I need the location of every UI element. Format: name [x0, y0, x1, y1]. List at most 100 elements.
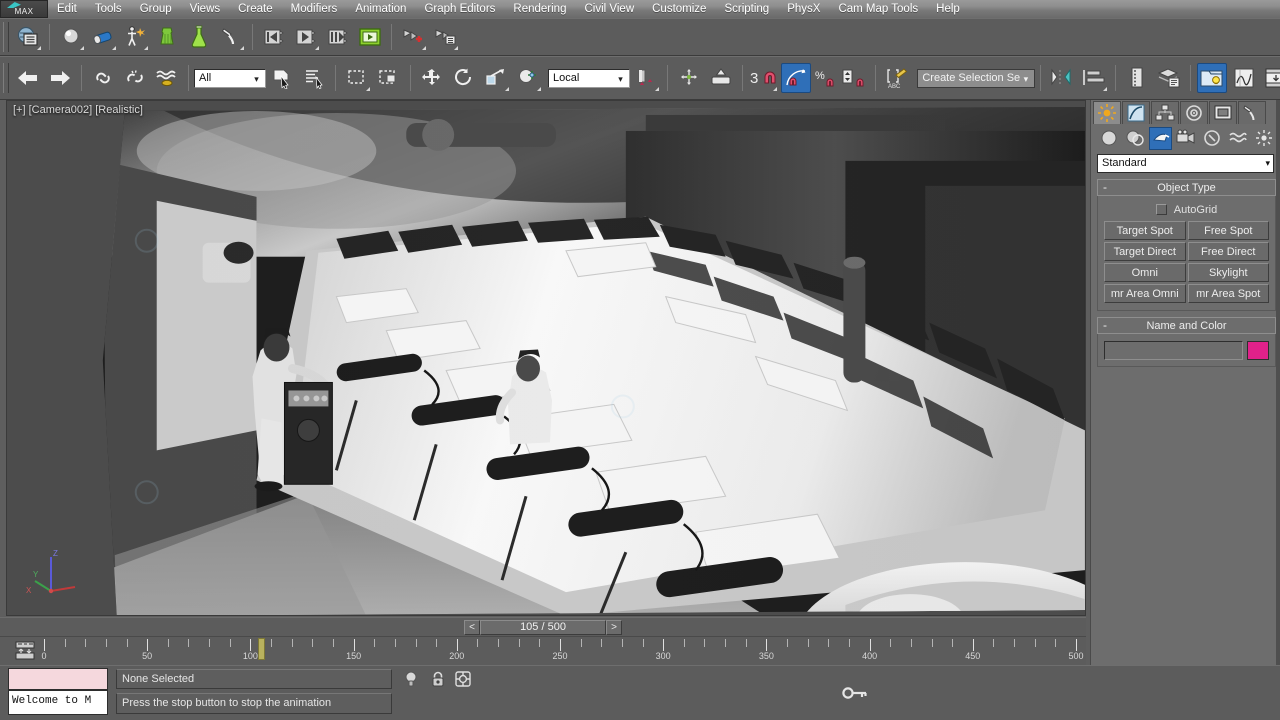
schematic-view-icon[interactable]: [1261, 63, 1280, 93]
menu-item-help[interactable]: Help: [927, 0, 969, 18]
state-list-icon[interactable]: [430, 22, 460, 52]
autogrid-row[interactable]: AutoGrid: [1104, 201, 1269, 218]
select-move-icon[interactable]: [417, 63, 447, 93]
mirror-tool-icon[interactable]: [1047, 63, 1077, 93]
geometry-icon[interactable]: [1097, 127, 1121, 150]
redo-icon[interactable]: [45, 63, 75, 93]
spinner-snap-icon[interactable]: [841, 63, 869, 93]
select-object-icon[interactable]: [267, 63, 297, 93]
bind-spacewarp-icon[interactable]: [152, 63, 182, 93]
menu-item-modifiers[interactable]: Modifiers: [282, 0, 347, 18]
create-tab[interactable]: [1093, 101, 1121, 124]
time-slider-bar[interactable]: < 105 / 500 >: [0, 617, 1086, 636]
space-warps-icon[interactable]: [1226, 127, 1250, 150]
curve-editor-icon[interactable]: [1229, 63, 1259, 93]
menu-item-cam-map-tools[interactable]: Cam Map Tools: [829, 0, 927, 18]
display-tab[interactable]: [1209, 101, 1237, 124]
menu-item-animation[interactable]: Animation: [346, 0, 415, 18]
edit-named-selection-icon[interactable]: ABC: [882, 63, 912, 93]
object-color-swatch[interactable]: [1247, 341, 1269, 360]
utilities-tab[interactable]: [1238, 101, 1266, 124]
autogrid-checkbox[interactable]: [1155, 204, 1167, 215]
systems-icon[interactable]: [1252, 127, 1276, 150]
rectangular-region-icon[interactable]: [342, 63, 372, 93]
viewport-camera002[interactable]: [+] [Camera002] [Realistic] Z Y X: [6, 100, 1086, 616]
use-center-icon[interactable]: [513, 63, 543, 93]
free-spot-button[interactable]: Free Spot: [1187, 221, 1269, 240]
selection-filter-combo[interactable]: All ▾: [194, 68, 266, 88]
menu-item-graph-editors[interactable]: Graph Editors: [415, 0, 504, 18]
mr-area-omni-button[interactable]: mr Area Omni: [1104, 284, 1186, 303]
selection-lock-icon[interactable]: [427, 668, 449, 690]
toolbar-grip[interactable]: [3, 22, 9, 52]
maxscript-mini-listener-input[interactable]: Welcome to M: [8, 690, 108, 715]
material-sphere-icon[interactable]: [56, 22, 86, 52]
pivot-icon[interactable]: [631, 63, 661, 93]
scene-explorer-icon[interactable]: [13, 22, 43, 52]
motion-tab[interactable]: [1180, 101, 1208, 124]
track-bar[interactable]: 0 50 100 150 200 250 300 350 400 450 500: [0, 636, 1086, 665]
light-bulb-icon[interactable]: [400, 668, 422, 690]
snap-toggle-icon[interactable]: [761, 63, 779, 93]
prev-frame-icon[interactable]: [259, 22, 289, 52]
time-slider-prev-button[interactable]: <: [464, 619, 480, 635]
object-type-rollout-header[interactable]: - Object Type: [1097, 179, 1276, 196]
select-by-name-icon[interactable]: [299, 63, 329, 93]
menu-item-edit[interactable]: Edit: [48, 0, 86, 18]
menu-item-views[interactable]: Views: [181, 0, 229, 18]
free-direct-button[interactable]: Free Direct: [1187, 242, 1269, 261]
omni-button[interactable]: Omni: [1104, 263, 1186, 282]
add-state-icon[interactable]: [398, 22, 428, 52]
menu-item-group[interactable]: Group: [131, 0, 181, 18]
menu-item-tools[interactable]: Tools: [86, 0, 131, 18]
undo-icon[interactable]: [13, 63, 43, 93]
viewport-label[interactable]: [+] [Camera002] [Realistic]: [13, 104, 143, 116]
select-link-icon[interactable]: [88, 63, 118, 93]
flask-icon[interactable]: [184, 22, 214, 52]
mr-area-spot-button[interactable]: mr Area Spot: [1187, 284, 1269, 303]
select-scale-icon[interactable]: [481, 63, 511, 93]
lights-icon[interactable]: [1148, 126, 1173, 150]
modify-tab[interactable]: [1122, 101, 1150, 124]
menu-item-civil-view[interactable]: Civil View: [575, 0, 643, 18]
shapes-icon[interactable]: [1123, 127, 1147, 150]
menu-item-create[interactable]: Create: [229, 0, 282, 18]
menu-item-physx[interactable]: PhysX: [778, 0, 829, 18]
named-selection-set-combo[interactable]: Create Selection Se ▾: [917, 68, 1036, 88]
select-rotate-icon[interactable]: [449, 63, 479, 93]
helpers-icon[interactable]: [1200, 127, 1224, 150]
open-mini-curve-editor-icon[interactable]: [14, 641, 36, 661]
window-crossing-icon[interactable]: [374, 63, 404, 93]
time-slider-next-button[interactable]: >: [606, 619, 622, 635]
hierarchy-tab[interactable]: [1151, 101, 1179, 124]
name-and-color-rollout-header[interactable]: - Name and Color: [1097, 317, 1276, 334]
target-direct-button[interactable]: Target Direct: [1104, 242, 1186, 261]
time-slider-handle[interactable]: < 105 / 500 >: [464, 619, 622, 635]
material-editor-icon[interactable]: [1197, 63, 1228, 93]
key-mode-toggle-icon[interactable]: [840, 680, 870, 706]
menu-item-rendering[interactable]: Rendering: [504, 0, 575, 18]
track-bar-playhead[interactable]: [257, 638, 265, 660]
absolute-relative-transform-icon[interactable]: [452, 668, 474, 690]
toggle-scene-explorer-icon[interactable]: [1154, 63, 1184, 93]
command-panel-scrollbar[interactable]: [1276, 100, 1280, 665]
target-spot-button[interactable]: Target Spot: [1104, 221, 1186, 240]
render-frame-icon[interactable]: [355, 22, 385, 52]
unlink-icon[interactable]: [120, 63, 150, 93]
light-subcategory-combo[interactable]: Standard ▾: [1097, 154, 1274, 173]
cameras-icon[interactable]: [1174, 127, 1198, 150]
object-name-field[interactable]: [1104, 341, 1243, 360]
angle-snap-icon[interactable]: [781, 63, 812, 93]
menu-item-scripting[interactable]: Scripting: [715, 0, 778, 18]
app-logo[interactable]: MAX: [0, 0, 48, 18]
align-tool-icon[interactable]: [1079, 63, 1109, 93]
percent-snap-icon[interactable]: %: [813, 63, 839, 93]
skylight-button[interactable]: Skylight: [1187, 263, 1269, 282]
maxscript-mini-listener-output[interactable]: [8, 668, 108, 690]
cloth-icon[interactable]: [152, 22, 182, 52]
layer-manager-icon[interactable]: [1122, 63, 1152, 93]
align-icon[interactable]: [706, 63, 736, 93]
toolbar-grip[interactable]: [3, 63, 9, 93]
coordinate-system-combo[interactable]: Local ▾: [548, 68, 630, 88]
time-slider-frame-display[interactable]: 105 / 500: [480, 619, 606, 635]
